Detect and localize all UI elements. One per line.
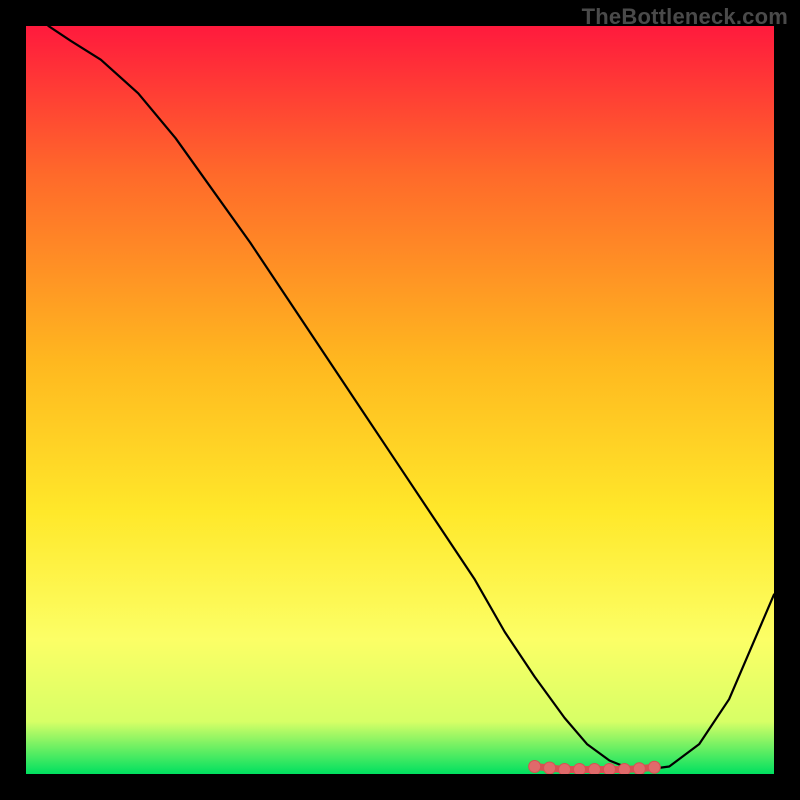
watermark-text: TheBottleneck.com	[582, 4, 788, 30]
marker-dot	[603, 764, 615, 774]
chart-frame: TheBottleneck.com	[0, 0, 800, 800]
bottleneck-chart	[26, 26, 774, 774]
gradient-background	[26, 26, 774, 774]
marker-dot	[588, 764, 600, 774]
marker-dot	[648, 761, 660, 773]
plot-area	[26, 26, 774, 774]
marker-dot	[544, 762, 556, 774]
marker-dot	[559, 764, 571, 774]
marker-dot	[529, 761, 541, 773]
marker-dot	[618, 764, 630, 774]
marker-dot	[633, 763, 645, 774]
marker-dot	[574, 764, 586, 774]
